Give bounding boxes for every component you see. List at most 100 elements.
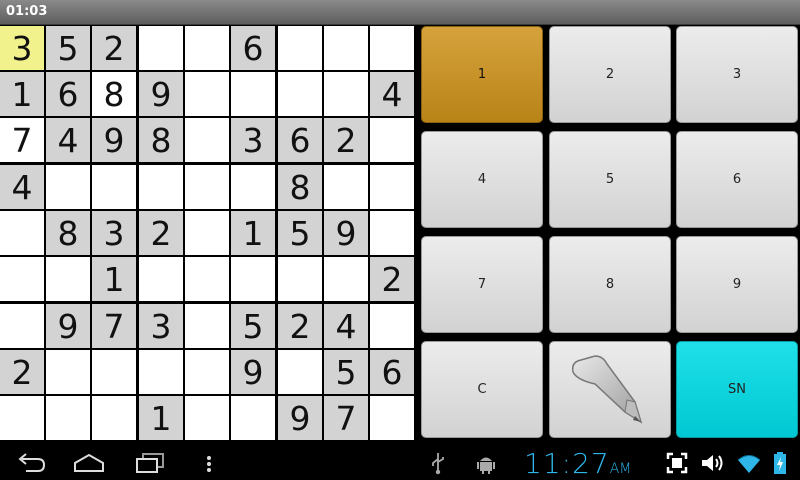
sudoku-cell-r4-c8[interactable] [324, 165, 368, 209]
sudoku-cell-r6-c5[interactable] [185, 257, 229, 301]
sudoku-cell-r5-c1[interactable] [0, 211, 44, 255]
sudoku-cell-r8-c1[interactable]: 2 [0, 350, 44, 394]
sudoku-cell-r7-c9[interactable] [370, 304, 414, 348]
sudoku-cell-r9-c1[interactable] [0, 396, 44, 440]
sudoku-cell-r4-c5[interactable] [185, 165, 229, 209]
key-3-button[interactable]: 3 [676, 26, 798, 123]
sudoku-cell-r7-c5[interactable] [185, 304, 229, 348]
sudoku-cell-r2-c6[interactable] [231, 72, 275, 116]
key-2-button[interactable]: 2 [549, 26, 671, 123]
recent-apps-icon[interactable] [133, 451, 167, 475]
sudoku-cell-r4-c6[interactable] [231, 165, 275, 209]
sudoku-cell-r2-c3[interactable]: 8 [92, 72, 136, 116]
key-9-button[interactable]: 9 [676, 236, 798, 333]
sudoku-cell-r1-c9[interactable] [370, 26, 414, 70]
sudoku-cell-r9-c6[interactable] [231, 396, 275, 440]
sudoku-cell-r1-c7[interactable] [278, 26, 322, 70]
screenshot-icon[interactable] [666, 451, 688, 475]
sudoku-cell-r6-c9[interactable]: 2 [370, 257, 414, 301]
sudoku-cell-r5-c5[interactable] [185, 211, 229, 255]
sudoku-cell-r5-c6[interactable]: 1 [231, 211, 275, 255]
sudoku-cell-r4-c2[interactable] [46, 165, 90, 209]
sudoku-cell-r7-c6[interactable]: 5 [231, 304, 275, 348]
sudoku-cell-r9-c8[interactable]: 7 [324, 396, 368, 440]
sudoku-cell-r3-c2[interactable]: 4 [46, 118, 90, 162]
sudoku-cell-r8-c8[interactable]: 5 [324, 350, 368, 394]
pencil-mode-button[interactable] [549, 341, 671, 438]
sudoku-cell-r5-c9[interactable] [370, 211, 414, 255]
sudoku-cell-r2-c1[interactable]: 1 [0, 72, 44, 116]
key-4-button[interactable]: 4 [421, 131, 543, 228]
sudoku-cell-r5-c8[interactable]: 9 [324, 211, 368, 255]
sudoku-cell-r7-c1[interactable] [0, 304, 44, 348]
sudoku-cell-r4-c4[interactable] [139, 165, 183, 209]
sudoku-cell-r9-c7[interactable]: 9 [278, 396, 322, 440]
key-6-button[interactable]: 6 [676, 131, 798, 228]
sudoku-cell-r8-c4[interactable] [139, 350, 183, 394]
sudoku-cell-r1-c4[interactable] [139, 26, 183, 70]
key-5-button[interactable]: 5 [549, 131, 671, 228]
key-7-button[interactable]: 7 [421, 236, 543, 333]
home-icon[interactable] [72, 451, 106, 475]
sudoku-cell-r3-c7[interactable]: 6 [278, 118, 322, 162]
sudoku-cell-r2-c4[interactable]: 9 [139, 72, 183, 116]
sudoku-cell-r3-c9[interactable] [370, 118, 414, 162]
sudoku-cell-r5-c3[interactable]: 3 [92, 211, 136, 255]
key-1-button[interactable]: 1 [421, 26, 543, 123]
sudoku-cell-r8-c7[interactable] [278, 350, 322, 394]
sudoku-cell-r7-c4[interactable]: 3 [139, 304, 183, 348]
sudoku-cell-r8-c5[interactable] [185, 350, 229, 394]
sudoku-cell-r6-c1[interactable] [0, 257, 44, 301]
sudoku-cell-r4-c3[interactable] [92, 165, 136, 209]
sudoku-cell-r2-c2[interactable]: 6 [46, 72, 90, 116]
sudoku-cell-r7-c8[interactable]: 4 [324, 304, 368, 348]
sudoku-cell-r9-c9[interactable] [370, 396, 414, 440]
sudoku-cell-r6-c8[interactable] [324, 257, 368, 301]
sudoku-cell-r3-c6[interactable]: 3 [231, 118, 275, 162]
sudoku-cell-r2-c9[interactable]: 4 [370, 72, 414, 116]
sudoku-cell-r3-c5[interactable] [185, 118, 229, 162]
sudoku-cell-r1-c2[interactable]: 5 [46, 26, 90, 70]
sudoku-cell-r7-c3[interactable]: 7 [92, 304, 136, 348]
key-8-button[interactable]: 8 [549, 236, 671, 333]
sudoku-cell-r1-c6[interactable]: 6 [231, 26, 275, 70]
sudoku-cell-r8-c3[interactable] [92, 350, 136, 394]
sudoku-cell-r5-c2[interactable]: 8 [46, 211, 90, 255]
sudoku-cell-r8-c9[interactable]: 6 [370, 350, 414, 394]
sudoku-cell-r8-c2[interactable] [46, 350, 90, 394]
sudoku-cell-r6-c7[interactable] [278, 257, 322, 301]
sudoku-cell-r9-c5[interactable] [185, 396, 229, 440]
sudoku-cell-r5-c4[interactable]: 2 [139, 211, 183, 255]
sudoku-cell-r1-c3[interactable]: 2 [92, 26, 136, 70]
clear-button[interactable]: C [421, 341, 543, 438]
sudoku-cell-r7-c2[interactable]: 9 [46, 304, 90, 348]
sudoku-cell-r6-c2[interactable] [46, 257, 90, 301]
sudoku-cell-r3-c4[interactable]: 8 [139, 118, 183, 162]
sudoku-cell-r3-c3[interactable]: 9 [92, 118, 136, 162]
sudoku-cell-r8-c6[interactable]: 9 [231, 350, 275, 394]
sudoku-cell-r1-c5[interactable] [185, 26, 229, 70]
sudoku-cell-r4-c9[interactable] [370, 165, 414, 209]
sudoku-cell-r9-c2[interactable] [46, 396, 90, 440]
sudoku-cell-r2-c8[interactable] [324, 72, 368, 116]
key-5-label: 5 [605, 172, 615, 187]
sudoku-cell-r9-c4[interactable]: 1 [139, 396, 183, 440]
sudoku-cell-r6-c6[interactable] [231, 257, 275, 301]
sudoku-cell-r1-c8[interactable] [324, 26, 368, 70]
sudoku-cell-r4-c7[interactable]: 8 [278, 165, 322, 209]
sudoku-cell-r1-c1[interactable]: 3 [0, 26, 44, 70]
sudoku-cell-r6-c3[interactable]: 1 [92, 257, 136, 301]
volume-icon[interactable] [700, 451, 726, 475]
sudoku-cell-r6-c4[interactable] [139, 257, 183, 301]
menu-icon[interactable] [204, 451, 214, 475]
back-icon[interactable] [16, 451, 48, 475]
sn-button[interactable]: SN [676, 341, 798, 438]
sudoku-cell-r2-c5[interactable] [185, 72, 229, 116]
sudoku-cell-r9-c3[interactable] [92, 396, 136, 440]
sudoku-cell-r4-c1[interactable]: 4 [0, 165, 44, 209]
sudoku-cell-r3-c8[interactable]: 2 [324, 118, 368, 162]
sudoku-cell-r7-c7[interactable]: 2 [278, 304, 322, 348]
sudoku-cell-r2-c7[interactable] [278, 72, 322, 116]
sudoku-cell-r3-c1[interactable]: 7 [0, 118, 44, 162]
sudoku-cell-r5-c7[interactable]: 5 [278, 211, 322, 255]
